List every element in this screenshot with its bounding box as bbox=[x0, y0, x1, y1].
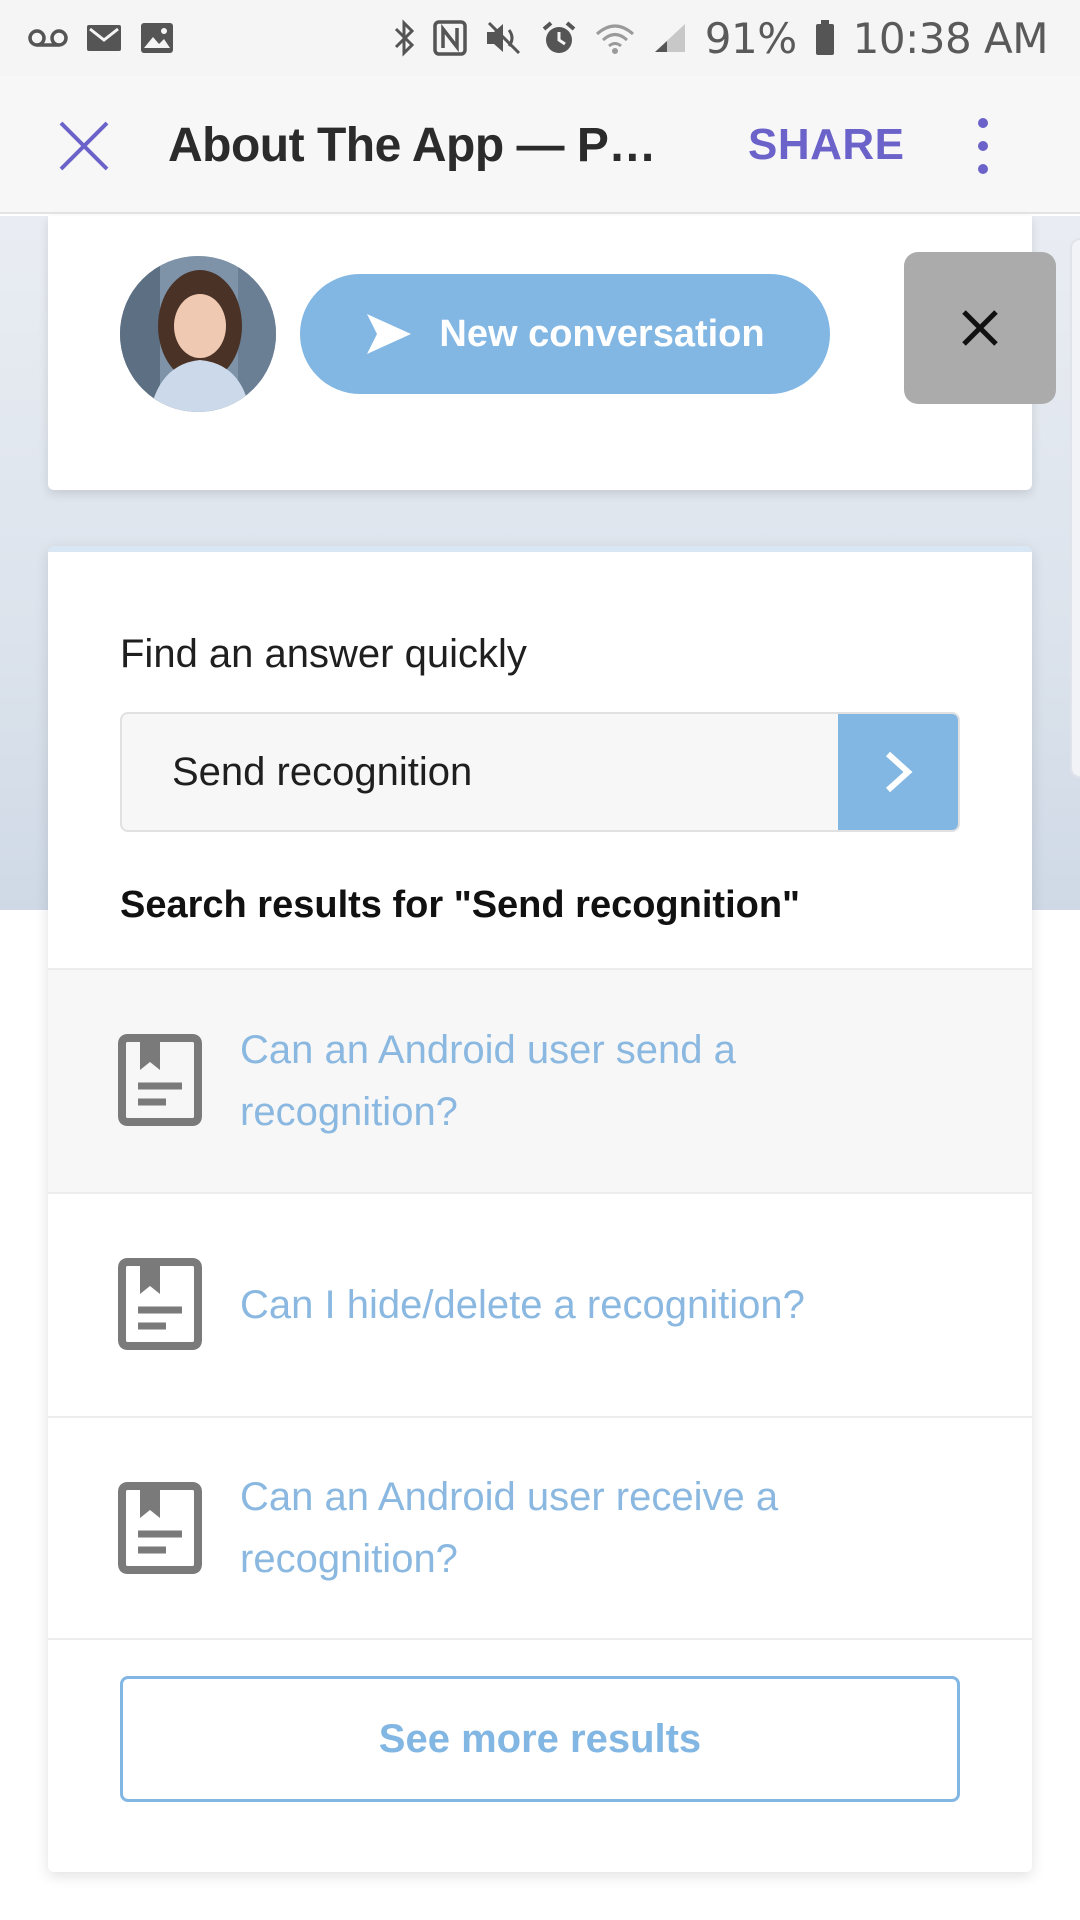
results-heading: Search results for "Send recognition" bbox=[120, 884, 801, 926]
bluetooth-icon bbox=[393, 19, 415, 57]
search-card: Find an answer quickly Search results fo… bbox=[48, 546, 1032, 1872]
signal-icon bbox=[653, 22, 687, 54]
more-dot bbox=[978, 141, 988, 151]
new-conversation-label: New conversation bbox=[439, 312, 765, 355]
battery-percent: 91% bbox=[704, 13, 797, 63]
wifi-icon bbox=[595, 22, 635, 54]
status-bar: 91% 10:38 AM bbox=[0, 0, 1080, 76]
more-dot bbox=[978, 164, 988, 174]
search-label: Find an answer quickly bbox=[120, 632, 527, 676]
share-button[interactable]: SHARE bbox=[748, 120, 905, 170]
mute-icon bbox=[485, 21, 523, 55]
status-right: 91% 10:38 AM bbox=[393, 13, 1049, 63]
voicemail-icon bbox=[28, 28, 68, 48]
avatar bbox=[120, 256, 276, 412]
new-conversation-button[interactable]: New conversation bbox=[300, 274, 830, 394]
article-icon bbox=[118, 1482, 202, 1574]
result-item[interactable]: Can an Android user send a recognition? bbox=[48, 968, 1032, 1192]
results-list: Can an Android user send a recognition? … bbox=[48, 968, 1032, 1640]
result-item[interactable]: Can I hide/delete a recognition? bbox=[48, 1192, 1032, 1416]
chevron-right-icon bbox=[885, 751, 913, 793]
nfc-icon bbox=[433, 20, 467, 56]
see-more-results-button[interactable]: See more results bbox=[120, 1676, 960, 1802]
more-dot bbox=[978, 118, 988, 128]
close-icon bbox=[962, 310, 998, 346]
alarm-icon bbox=[541, 20, 577, 56]
result-link[interactable]: Can an Android user receive a recognitio… bbox=[240, 1466, 880, 1590]
page-title: About The App — Preci… bbox=[168, 119, 668, 172]
send-icon bbox=[367, 314, 412, 354]
result-link[interactable]: Can I hide/delete a recognition? bbox=[240, 1274, 880, 1336]
image-icon bbox=[140, 22, 174, 54]
adjacent-card-edge bbox=[1070, 238, 1080, 778]
search-submit-button[interactable] bbox=[838, 714, 958, 830]
search-box bbox=[120, 712, 960, 832]
gmail-icon bbox=[86, 23, 122, 53]
clock: 10:38 AM bbox=[852, 13, 1049, 63]
article-icon bbox=[118, 1258, 202, 1350]
dismiss-button[interactable] bbox=[904, 252, 1056, 404]
conversation-card: New conversation bbox=[48, 216, 1032, 490]
battery-icon bbox=[815, 20, 835, 56]
more-options-icon[interactable] bbox=[968, 118, 998, 174]
result-item[interactable]: Can an Android user receive a recognitio… bbox=[48, 1416, 1032, 1640]
search-input[interactable] bbox=[122, 714, 840, 830]
app-bar: About The App — Preci… SHARE bbox=[0, 76, 1080, 214]
close-icon[interactable] bbox=[58, 120, 110, 172]
result-link[interactable]: Can an Android user send a recognition? bbox=[240, 1019, 880, 1143]
article-icon bbox=[118, 1034, 202, 1126]
status-left bbox=[28, 22, 174, 54]
